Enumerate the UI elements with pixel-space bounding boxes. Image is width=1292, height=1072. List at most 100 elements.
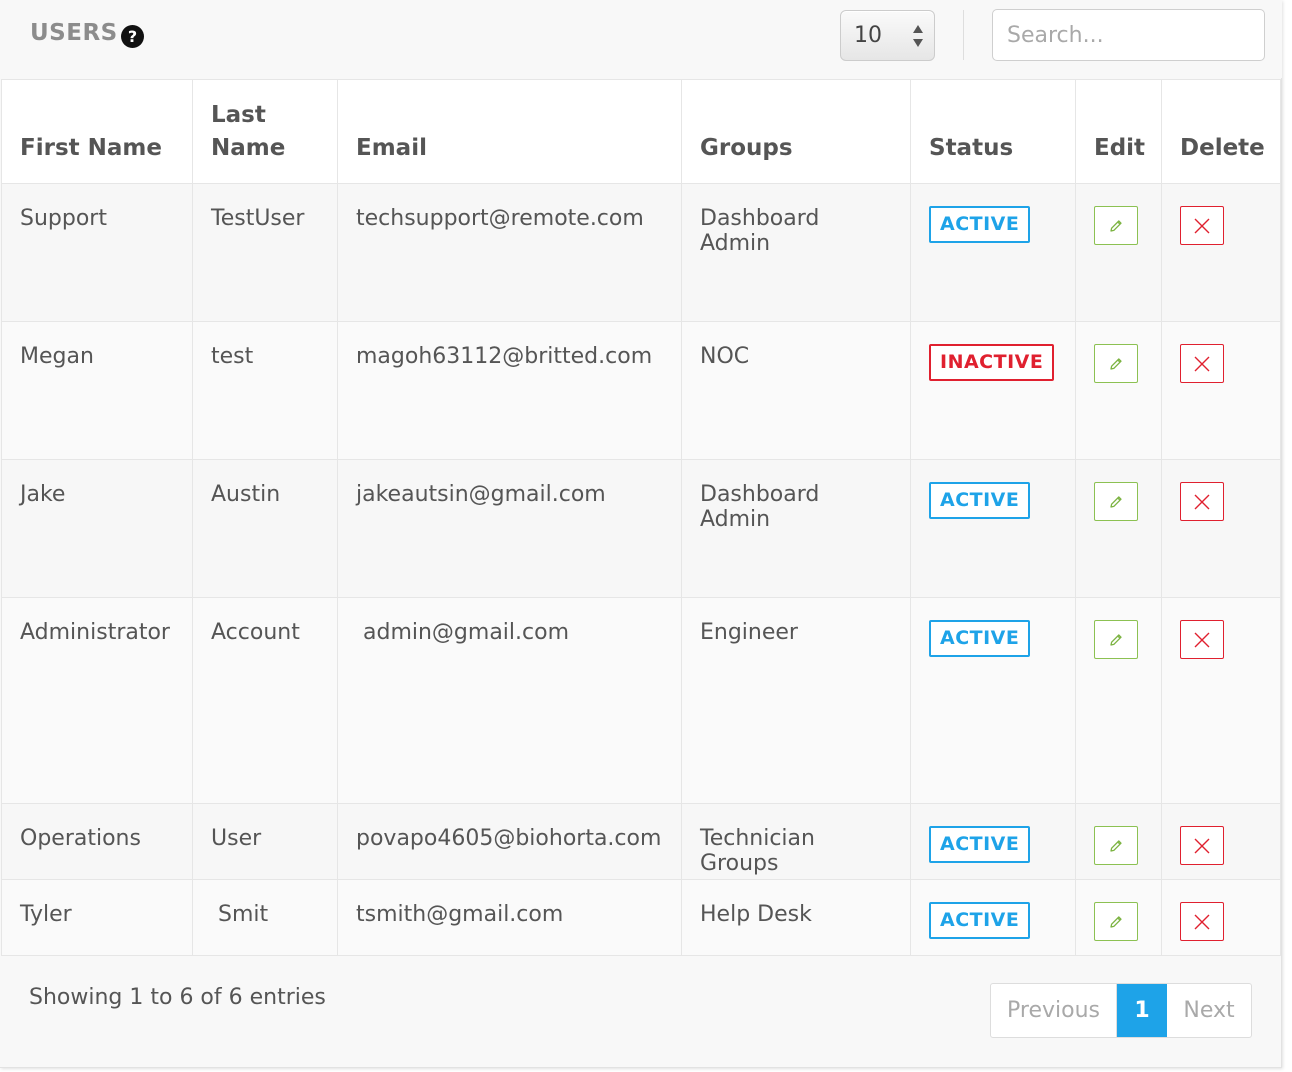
cell-last-name: Austin: [192, 459, 338, 598]
column-header-edit: Edit: [1075, 79, 1162, 184]
close-icon: [1193, 217, 1211, 235]
cell-last-name: TestUser: [192, 183, 338, 322]
status-badge: INACTIVE: [929, 344, 1055, 381]
cell-edit: [1075, 183, 1162, 322]
cell-group: Help Desk: [681, 879, 911, 956]
pencil-icon: [1108, 632, 1124, 648]
next-page-button[interactable]: Next: [1167, 984, 1251, 1037]
cell-group: Engineer: [681, 597, 911, 804]
table-header-row: First Name Last Name Email Groups Status…: [1, 79, 1281, 184]
cell-group: Dashboard Admin: [681, 183, 911, 322]
cell-email: techsupport@remote.com: [337, 183, 682, 322]
table-row: Operations User povapo4605@biohorta.com Tec…: [1, 803, 1281, 880]
cell-group: Technician Groups: [681, 803, 911, 880]
users-table: First Name Last Name Email Groups Status…: [1, 79, 1281, 956]
header-divider: [963, 10, 964, 60]
cell-email: admin@gmail.com: [337, 597, 682, 804]
pencil-icon: [1108, 914, 1124, 930]
status-badge: ACTIVE: [929, 620, 1031, 657]
delete-button[interactable]: [1180, 826, 1224, 865]
table-row: Tyler Smit tsmith@gmail.com Help Desk ACTIV…: [1, 879, 1281, 956]
cell-delete: [1161, 459, 1281, 598]
cell-status: ACTIVE: [910, 183, 1076, 322]
cell-first-name: Administrator: [1, 597, 193, 804]
cell-delete: [1161, 879, 1281, 956]
cell-delete: [1161, 183, 1281, 322]
edit-button[interactable]: [1094, 482, 1138, 521]
cell-group: Dashboard Admin: [681, 459, 911, 598]
close-icon: [1193, 631, 1211, 649]
cell-email: jakeautsin@gmail.com: [337, 459, 682, 598]
cell-email: magoh63112@britted.com: [337, 321, 682, 460]
table-row: Support TestUser techsupport@remote.com Das…: [1, 183, 1281, 322]
page-length-value: 10: [854, 23, 882, 48]
panel-header: USERS ? 10: [0, 0, 1282, 78]
cell-last-name: User: [192, 803, 338, 880]
cell-status: ACTIVE: [910, 459, 1076, 598]
cell-status: INACTIVE: [910, 321, 1076, 460]
table-info: Showing 1 to 6 of 6 entries: [29, 985, 326, 1010]
table-row: Megan test magoh63112@britted.com NOC INACTI…: [1, 321, 1281, 460]
status-badge: ACTIVE: [929, 902, 1031, 939]
delete-button[interactable]: [1180, 206, 1224, 245]
column-header-last-name-label: Last Name: [211, 102, 286, 161]
cell-delete: [1161, 803, 1281, 880]
search-input[interactable]: [992, 9, 1265, 61]
status-badge: ACTIVE: [929, 206, 1031, 243]
cell-delete: [1161, 321, 1281, 460]
edit-button[interactable]: [1094, 902, 1138, 941]
cell-status: ACTIVE: [910, 879, 1076, 956]
edit-button[interactable]: [1094, 206, 1138, 245]
edit-button[interactable]: [1094, 344, 1138, 383]
pencil-icon: [1108, 218, 1124, 234]
table-row: Administrator Account admin@gmail.com Engi…: [1, 597, 1281, 804]
status-badge: ACTIVE: [929, 482, 1031, 519]
column-header-delete: Delete: [1161, 79, 1281, 184]
delete-button[interactable]: [1180, 344, 1224, 383]
cell-edit: [1075, 459, 1162, 598]
close-icon: [1193, 355, 1211, 373]
close-icon: [1193, 837, 1211, 855]
column-header-email[interactable]: Email: [337, 79, 682, 184]
page-length-select[interactable]: 10: [840, 10, 935, 61]
cell-last-name: Smit: [192, 879, 338, 956]
delete-button[interactable]: [1180, 482, 1224, 521]
cell-edit: [1075, 879, 1162, 956]
edit-button[interactable]: [1094, 620, 1138, 659]
cell-email: povapo4605@biohorta.com: [337, 803, 682, 880]
previous-page-button[interactable]: Previous: [991, 984, 1117, 1037]
cell-edit: [1075, 803, 1162, 880]
cell-first-name: Jake: [1, 459, 193, 598]
cell-status: ACTIVE: [910, 597, 1076, 804]
cell-email: tsmith@gmail.com: [337, 879, 682, 956]
page-1-button[interactable]: 1: [1117, 984, 1167, 1037]
cell-edit: [1075, 321, 1162, 460]
page-title: USERS: [30, 20, 118, 46]
cell-edit: [1075, 597, 1162, 804]
cell-last-name: test: [192, 321, 338, 460]
close-icon: [1193, 493, 1211, 511]
cell-first-name: Support: [1, 183, 193, 322]
column-header-last-name[interactable]: Last Name: [192, 79, 338, 184]
edit-button[interactable]: [1094, 826, 1138, 865]
spinner-arrows-icon: [913, 25, 923, 47]
close-icon: [1193, 913, 1211, 931]
cell-first-name: Operations: [1, 803, 193, 880]
cell-first-name: Megan: [1, 321, 193, 460]
cell-first-name: Tyler: [1, 879, 193, 956]
cell-last-name: Account: [192, 597, 338, 804]
delete-button[interactable]: [1180, 902, 1224, 941]
column-header-first-name[interactable]: First Name: [1, 79, 193, 184]
cell-status: ACTIVE: [910, 803, 1076, 880]
cell-delete: [1161, 597, 1281, 804]
cell-group: NOC: [681, 321, 911, 460]
help-icon[interactable]: ?: [121, 25, 144, 48]
pagination: Previous 1 Next: [990, 983, 1252, 1038]
pencil-icon: [1108, 356, 1124, 372]
users-panel: USERS ? 10 First Name Last Name Email Gr…: [0, 0, 1282, 1068]
delete-button[interactable]: [1180, 620, 1224, 659]
column-header-status[interactable]: Status: [910, 79, 1076, 184]
status-badge: ACTIVE: [929, 826, 1031, 863]
pencil-icon: [1108, 838, 1124, 854]
column-header-groups[interactable]: Groups: [681, 79, 911, 184]
